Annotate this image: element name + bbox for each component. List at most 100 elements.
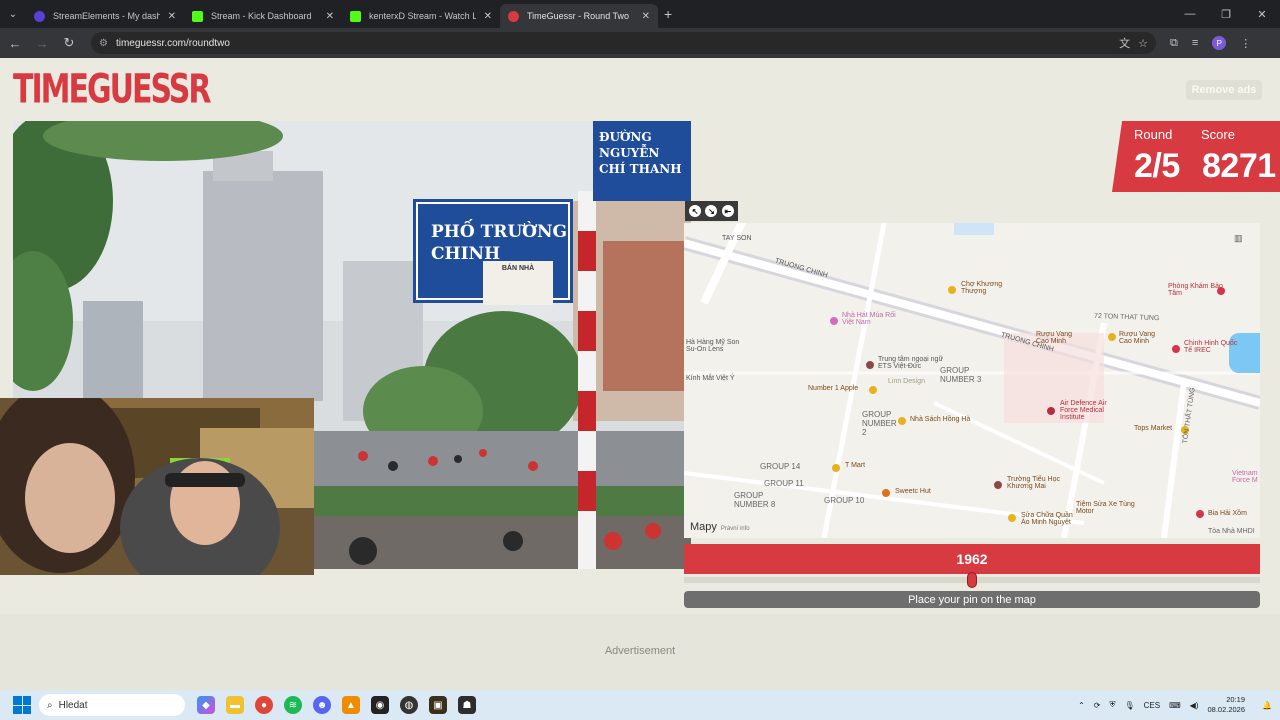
tab-search-chevron-icon[interactable]: ⌄ bbox=[0, 0, 26, 28]
map-label: Air Defence Air Force Medical Institute bbox=[1060, 400, 1107, 421]
copilot-icon[interactable]: ◆ bbox=[197, 696, 215, 714]
poi-marker[interactable] bbox=[948, 286, 956, 294]
tab-title: TimeGuessr - Round Two bbox=[527, 11, 630, 21]
webcam-overlay bbox=[0, 398, 314, 575]
translate-icon[interactable]: 文 bbox=[1119, 35, 1130, 51]
poi-marker[interactable] bbox=[1196, 510, 1204, 518]
round-value: 2/5 bbox=[1134, 147, 1180, 185]
address-bar[interactable]: ⚙ timeguessr.com/roundtwo 文 ☆ bbox=[91, 32, 1156, 54]
poi-marker[interactable] bbox=[1008, 514, 1016, 522]
profile-avatar[interactable]: P bbox=[1212, 36, 1227, 50]
score-value: 8271 bbox=[1202, 147, 1276, 185]
map-label: T Mart bbox=[845, 462, 866, 469]
round-label: Round bbox=[1134, 127, 1173, 142]
taskbar-apps: ◆ ▬ ● ≋ ☻ ▲ ◉ ◍ ▣ ☗ bbox=[197, 696, 476, 714]
game-launcher-icon[interactable]: ▣ bbox=[429, 696, 447, 714]
street-sign-top: ĐƯỜNG NGUYỄN CHÍ THANH bbox=[599, 129, 689, 177]
close-tab-icon[interactable]: ✕ bbox=[642, 11, 650, 22]
map-label: Sửa Chữa Quần Áo Minh Nguyệt bbox=[1021, 512, 1073, 526]
poi-marker[interactable] bbox=[869, 386, 877, 394]
map-label: GROUP 14 bbox=[760, 462, 801, 471]
poi-marker[interactable] bbox=[866, 361, 874, 369]
poi-marker[interactable] bbox=[1172, 345, 1180, 353]
taskbar-search[interactable]: ⌕ Hledat bbox=[39, 694, 185, 716]
map-label: Nhà Hát Múa Rối Việt Nam bbox=[842, 312, 896, 326]
notifications-bell-icon[interactable]: 🔔 bbox=[1262, 701, 1272, 710]
map-label: Linn Design bbox=[888, 378, 925, 385]
network-icon[interactable]: ⌨ bbox=[1169, 701, 1181, 710]
guess-map[interactable]: ▥ TAY SON TRUONG CHINH Chợ Khương Thượng… bbox=[684, 223, 1260, 538]
close-tab-icon[interactable]: ✕ bbox=[326, 11, 334, 22]
expand-map-icon[interactable]: ↖ bbox=[689, 205, 702, 217]
poi-marker[interactable] bbox=[1108, 333, 1116, 341]
sync-icon[interactable]: ⟳ bbox=[1094, 701, 1101, 710]
poi-marker[interactable] bbox=[832, 464, 840, 472]
mic-icon[interactable]: 🎙 bbox=[1125, 701, 1135, 710]
new-tab-icon[interactable]: + bbox=[664, 6, 672, 22]
tab-title: Stream - Kick Dashboard bbox=[211, 11, 312, 21]
defender-icon[interactable]: ⛨ bbox=[1110, 700, 1116, 710]
media-control-icon[interactable]: ≡ bbox=[1192, 37, 1198, 49]
mapy-attribution: Mapy Právní info bbox=[690, 521, 750, 533]
browser-tab[interactable]: kenterxD Stream - Watch Live o ✕ bbox=[342, 4, 500, 28]
poi-marker[interactable] bbox=[1047, 407, 1055, 415]
clock-time: 20:19 bbox=[1226, 695, 1246, 704]
streamlabs-icon[interactable]: ◉ bbox=[371, 696, 389, 714]
browser-toolbar: ← → ↻ ⚙ timeguessr.com/roundtwo 文 ☆ ⧉ ≡ … bbox=[0, 28, 1280, 58]
for-sale-text: BÁN NHÀ bbox=[501, 265, 535, 272]
poi-marker[interactable] bbox=[882, 489, 890, 497]
streamelements-favicon-icon bbox=[34, 10, 45, 22]
vlc-icon[interactable]: ▲ bbox=[342, 696, 360, 714]
poi-marker[interactable] bbox=[830, 317, 838, 325]
map-label: Tòa Nhà MHDI bbox=[1208, 528, 1255, 535]
place-pin-button[interactable]: Place your pin on the map bbox=[684, 591, 1260, 608]
timeguessr-logo[interactable]: TIMEGUESSR bbox=[13, 66, 211, 113]
map-label: Kính Mắt Việt Ý bbox=[686, 375, 735, 382]
close-tab-icon[interactable]: ✕ bbox=[168, 11, 176, 22]
map-layers-icon[interactable]: ▥ bbox=[1234, 233, 1246, 245]
volume-icon[interactable]: ◀) bbox=[1190, 701, 1199, 710]
poi-marker[interactable] bbox=[1217, 287, 1225, 295]
reload-icon[interactable]: ↻ bbox=[57, 31, 81, 55]
site-info-icon[interactable]: ⚙ bbox=[99, 38, 108, 49]
discord-icon[interactable]: ☻ bbox=[313, 696, 331, 714]
map-label: GROUP NUMBER 3 bbox=[940, 366, 982, 384]
minimize-icon[interactable]: — bbox=[1172, 0, 1208, 28]
legal-info-link[interactable]: Právní info bbox=[721, 526, 750, 532]
windows-start-icon[interactable] bbox=[13, 696, 31, 714]
browser-tab-strip: ⌄ StreamElements - My dashboard ✕ Stream… bbox=[0, 0, 1280, 28]
close-window-icon[interactable]: ✕ bbox=[1244, 0, 1280, 28]
streamerbot-icon[interactable]: ☗ bbox=[458, 696, 476, 714]
browser-tab[interactable]: Stream - Kick Dashboard ✕ bbox=[184, 4, 342, 28]
chrome-icon[interactable]: ● bbox=[255, 696, 273, 714]
pin-map-icon[interactable]: ⇤ bbox=[721, 205, 734, 217]
bookmark-star-icon[interactable]: ☆ bbox=[1138, 37, 1148, 50]
map-label: Sweetc Hut bbox=[895, 488, 931, 495]
clock[interactable]: 20:19 08.02.2026 bbox=[1207, 695, 1245, 715]
remove-ads-button[interactable]: Remove ads bbox=[1186, 80, 1262, 100]
restore-icon[interactable]: ❐ bbox=[1208, 0, 1244, 28]
file-explorer-icon[interactable]: ▬ bbox=[226, 696, 244, 714]
poi-marker[interactable] bbox=[898, 417, 906, 425]
close-tab-icon[interactable]: ✕ bbox=[484, 11, 492, 22]
map-label: GROUP 10 bbox=[824, 496, 865, 505]
map-label: GROUP NUMBER 2 bbox=[862, 410, 897, 437]
language-indicator[interactable]: CES bbox=[1144, 701, 1160, 710]
forward-icon[interactable]: → bbox=[30, 31, 54, 55]
shrink-map-icon[interactable]: ↘ bbox=[705, 205, 718, 217]
extensions-icon[interactable]: ⧉ bbox=[1170, 37, 1178, 50]
map-label: Tiệm Sửa Xe Tùng Motor bbox=[1076, 501, 1135, 515]
tray-overflow-chevron-icon[interactable]: ⌃ bbox=[1078, 701, 1085, 710]
advertisement-label: Advertisement bbox=[604, 645, 676, 657]
browser-tab-active[interactable]: TimeGuessr - Round Two ✕ bbox=[500, 4, 658, 28]
map-label: Number 1 Apple bbox=[808, 385, 859, 392]
timeguessr-page: TIMEGUESSR Remove ads PHỐ TRƯỜNG CHINH Đ… bbox=[0, 58, 1280, 690]
obs-icon[interactable]: ◍ bbox=[400, 696, 418, 714]
back-icon[interactable]: ← bbox=[3, 31, 27, 55]
browser-tab[interactable]: StreamElements - My dashboard ✕ bbox=[26, 4, 184, 28]
year-slider-handle[interactable] bbox=[967, 572, 977, 588]
map-label: Trường Tiểu Học Khương Mai bbox=[1007, 476, 1060, 490]
poi-marker[interactable] bbox=[994, 481, 1002, 489]
spotify-icon[interactable]: ≋ bbox=[284, 696, 302, 714]
menu-kebab-icon[interactable]: ⋮ bbox=[1240, 37, 1251, 50]
